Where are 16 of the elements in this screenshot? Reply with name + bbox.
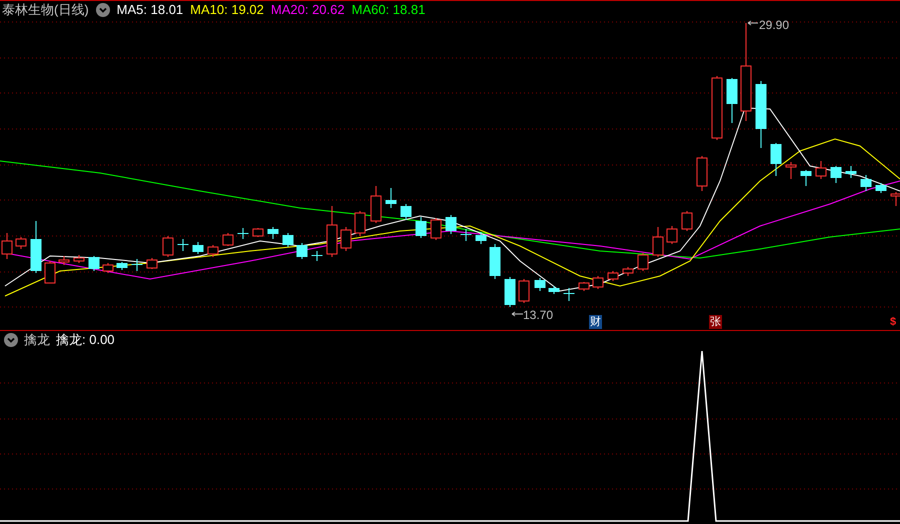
- chevron-down-icon[interactable]: [4, 333, 18, 347]
- indicator-reading: 擒龙: 0.00: [56, 331, 115, 350]
- moving-average-label: MA60: 18.81: [352, 1, 426, 20]
- moving-average-label: MA20: 20.62: [270, 1, 345, 20]
- moving-average-label: MA10: 19.02: [190, 1, 264, 20]
- event-marker[interactable]: 张: [709, 315, 722, 329]
- moving-average-label: MA5: 18.01: [116, 1, 184, 20]
- indicator-title: 擒龙: [24, 331, 50, 350]
- event-marker[interactable]: 财: [589, 315, 602, 329]
- high-price-label: 29.90: [759, 17, 790, 34]
- leader-line: [747, 20, 759, 26]
- leader-line: [511, 311, 524, 317]
- stock-title: 泰林生物(日线): [2, 1, 89, 20]
- event-marker[interactable]: $: [890, 315, 896, 329]
- low-price-label: 13.70: [523, 307, 554, 324]
- chevron-down-icon[interactable]: [96, 3, 110, 17]
